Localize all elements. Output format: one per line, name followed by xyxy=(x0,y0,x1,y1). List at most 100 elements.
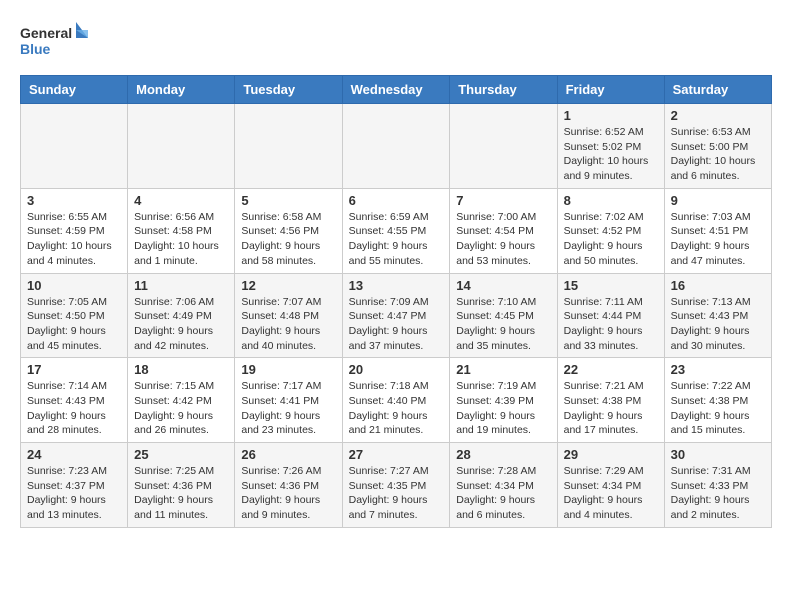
calendar-cell: 29 Sunrise: 7:29 AM Sunset: 4:34 PM Dayli… xyxy=(557,443,664,528)
day-info: Sunrise: 7:02 AM Sunset: 4:52 PM Dayligh… xyxy=(564,210,658,269)
calendar-cell: 22 Sunrise: 7:21 AM Sunset: 4:38 PM Dayli… xyxy=(557,358,664,443)
day-number: 27 xyxy=(349,447,444,462)
day-number: 15 xyxy=(564,278,658,293)
day-info: Sunrise: 7:25 AM Sunset: 4:36 PM Dayligh… xyxy=(134,464,228,523)
calendar-cell xyxy=(235,104,342,189)
day-info: Sunrise: 6:53 AM Sunset: 5:00 PM Dayligh… xyxy=(671,125,765,184)
calendar-cell: 2 Sunrise: 6:53 AM Sunset: 5:00 PM Daylig… xyxy=(664,104,771,189)
calendar-week-row: 24Sunrise: 7:23 AM Sunset: 4:37 PM Dayli… xyxy=(21,443,772,528)
calendar-cell: 5 Sunrise: 6:58 AM Sunset: 4:56 PM Daylig… xyxy=(235,188,342,273)
day-number: 4 xyxy=(134,193,228,208)
day-number: 22 xyxy=(564,362,658,377)
calendar-cell: 23 Sunrise: 7:22 AM Sunset: 4:38 PM Dayli… xyxy=(664,358,771,443)
day-info: Sunrise: 7:31 AM Sunset: 4:33 PM Dayligh… xyxy=(671,464,765,523)
calendar-cell: 15 Sunrise: 7:11 AM Sunset: 4:44 PM Dayli… xyxy=(557,273,664,358)
calendar-cell: 19Sunrise: 7:17 AM Sunset: 4:41 PM Dayli… xyxy=(235,358,342,443)
day-number: 14 xyxy=(456,278,550,293)
calendar-cell: 1 Sunrise: 6:52 AM Sunset: 5:02 PM Daylig… xyxy=(557,104,664,189)
day-number: 7 xyxy=(456,193,550,208)
day-info: Sunrise: 7:23 AM Sunset: 4:37 PM Dayligh… xyxy=(27,464,121,523)
weekday-header: Tuesday xyxy=(235,76,342,104)
day-info: Sunrise: 7:00 AM Sunset: 4:54 PM Dayligh… xyxy=(456,210,550,269)
svg-text:General: General xyxy=(20,25,72,41)
calendar-cell: 8Sunrise: 7:02 AM Sunset: 4:52 PM Daylig… xyxy=(557,188,664,273)
weekday-header: Saturday xyxy=(664,76,771,104)
day-number: 6 xyxy=(349,193,444,208)
day-number: 25 xyxy=(134,447,228,462)
day-number: 21 xyxy=(456,362,550,377)
day-number: 3 xyxy=(27,193,121,208)
calendar-cell: 30 Sunrise: 7:31 AM Sunset: 4:33 PM Dayli… xyxy=(664,443,771,528)
day-number: 16 xyxy=(671,278,765,293)
day-info: Sunrise: 6:56 AM Sunset: 4:58 PM Dayligh… xyxy=(134,210,228,269)
day-info: Sunrise: 7:19 AM Sunset: 4:39 PM Dayligh… xyxy=(456,379,550,438)
day-info: Sunrise: 7:28 AM Sunset: 4:34 PM Dayligh… xyxy=(456,464,550,523)
calendar-table: SundayMondayTuesdayWednesdayThursdayFrid… xyxy=(20,75,772,528)
day-number: 18 xyxy=(134,362,228,377)
day-info: Sunrise: 7:06 AM Sunset: 4:49 PM Dayligh… xyxy=(134,295,228,354)
day-number: 9 xyxy=(671,193,765,208)
day-info: Sunrise: 7:29 AM Sunset: 4:34 PM Dayligh… xyxy=(564,464,658,523)
calendar-cell: 14 Sunrise: 7:10 AM Sunset: 4:45 PM Dayli… xyxy=(450,273,557,358)
day-number: 20 xyxy=(349,362,444,377)
day-number: 5 xyxy=(241,193,335,208)
calendar-cell: 7 Sunrise: 7:00 AM Sunset: 4:54 PM Daylig… xyxy=(450,188,557,273)
calendar-cell: 10 Sunrise: 7:05 AM Sunset: 4:50 PM Dayli… xyxy=(21,273,128,358)
day-number: 29 xyxy=(564,447,658,462)
day-number: 30 xyxy=(671,447,765,462)
calendar-cell: 4 Sunrise: 6:56 AM Sunset: 4:58 PM Daylig… xyxy=(128,188,235,273)
day-info: Sunrise: 7:07 AM Sunset: 4:48 PM Dayligh… xyxy=(241,295,335,354)
calendar-cell: 20 Sunrise: 7:18 AM Sunset: 4:40 PM Dayli… xyxy=(342,358,450,443)
day-info: Sunrise: 7:09 AM Sunset: 4:47 PM Dayligh… xyxy=(349,295,444,354)
calendar-cell: 16 Sunrise: 7:13 AM Sunset: 4:43 PM Dayli… xyxy=(664,273,771,358)
logo-svg: General Blue xyxy=(20,20,90,65)
calendar-cell xyxy=(450,104,557,189)
weekday-header: Thursday xyxy=(450,76,557,104)
day-number: 1 xyxy=(564,108,658,123)
calendar-cell: 17 Sunrise: 7:14 AM Sunset: 4:43 PM Dayli… xyxy=(21,358,128,443)
day-number: 12 xyxy=(241,278,335,293)
calendar-week-row: 1 Sunrise: 6:52 AM Sunset: 5:02 PM Daylig… xyxy=(21,104,772,189)
calendar-cell: 18 Sunrise: 7:15 AM Sunset: 4:42 PM Dayli… xyxy=(128,358,235,443)
day-info: Sunrise: 7:13 AM Sunset: 4:43 PM Dayligh… xyxy=(671,295,765,354)
day-info: Sunrise: 7:17 AM Sunset: 4:41 PM Dayligh… xyxy=(241,379,335,438)
calendar-cell: 21 Sunrise: 7:19 AM Sunset: 4:39 PM Dayli… xyxy=(450,358,557,443)
calendar-cell: 25 Sunrise: 7:25 AM Sunset: 4:36 PM Dayli… xyxy=(128,443,235,528)
weekday-header: Sunday xyxy=(21,76,128,104)
calendar-week-row: 3Sunrise: 6:55 AM Sunset: 4:59 PM Daylig… xyxy=(21,188,772,273)
weekday-header-row: SundayMondayTuesdayWednesdayThursdayFrid… xyxy=(21,76,772,104)
day-number: 2 xyxy=(671,108,765,123)
day-number: 23 xyxy=(671,362,765,377)
day-info: Sunrise: 7:11 AM Sunset: 4:44 PM Dayligh… xyxy=(564,295,658,354)
calendar-cell: 27 Sunrise: 7:27 AM Sunset: 4:35 PM Dayli… xyxy=(342,443,450,528)
calendar-cell: 24Sunrise: 7:23 AM Sunset: 4:37 PM Dayli… xyxy=(21,443,128,528)
calendar-cell: 13 Sunrise: 7:09 AM Sunset: 4:47 PM Dayli… xyxy=(342,273,450,358)
day-info: Sunrise: 7:03 AM Sunset: 4:51 PM Dayligh… xyxy=(671,210,765,269)
day-number: 11 xyxy=(134,278,228,293)
day-info: Sunrise: 7:05 AM Sunset: 4:50 PM Dayligh… xyxy=(27,295,121,354)
day-info: Sunrise: 7:15 AM Sunset: 4:42 PM Dayligh… xyxy=(134,379,228,438)
day-number: 13 xyxy=(349,278,444,293)
day-info: Sunrise: 7:18 AM Sunset: 4:40 PM Dayligh… xyxy=(349,379,444,438)
day-info: Sunrise: 6:58 AM Sunset: 4:56 PM Dayligh… xyxy=(241,210,335,269)
logo: General Blue xyxy=(20,20,90,65)
calendar-cell: 6Sunrise: 6:59 AM Sunset: 4:55 PM Daylig… xyxy=(342,188,450,273)
weekday-header: Monday xyxy=(128,76,235,104)
calendar-cell xyxy=(128,104,235,189)
calendar-cell xyxy=(21,104,128,189)
day-info: Sunrise: 7:22 AM Sunset: 4:38 PM Dayligh… xyxy=(671,379,765,438)
day-info: Sunrise: 7:21 AM Sunset: 4:38 PM Dayligh… xyxy=(564,379,658,438)
calendar-cell: 9 Sunrise: 7:03 AM Sunset: 4:51 PM Daylig… xyxy=(664,188,771,273)
weekday-header: Friday xyxy=(557,76,664,104)
calendar-week-row: 10 Sunrise: 7:05 AM Sunset: 4:50 PM Dayli… xyxy=(21,273,772,358)
day-info: Sunrise: 6:52 AM Sunset: 5:02 PM Dayligh… xyxy=(564,125,658,184)
day-number: 17 xyxy=(27,362,121,377)
day-number: 10 xyxy=(27,278,121,293)
day-number: 28 xyxy=(456,447,550,462)
day-info: Sunrise: 7:26 AM Sunset: 4:36 PM Dayligh… xyxy=(241,464,335,523)
day-info: Sunrise: 7:27 AM Sunset: 4:35 PM Dayligh… xyxy=(349,464,444,523)
weekday-header: Wednesday xyxy=(342,76,450,104)
day-info: Sunrise: 7:10 AM Sunset: 4:45 PM Dayligh… xyxy=(456,295,550,354)
day-info: Sunrise: 7:14 AM Sunset: 4:43 PM Dayligh… xyxy=(27,379,121,438)
calendar-cell: 11 Sunrise: 7:06 AM Sunset: 4:49 PM Dayli… xyxy=(128,273,235,358)
